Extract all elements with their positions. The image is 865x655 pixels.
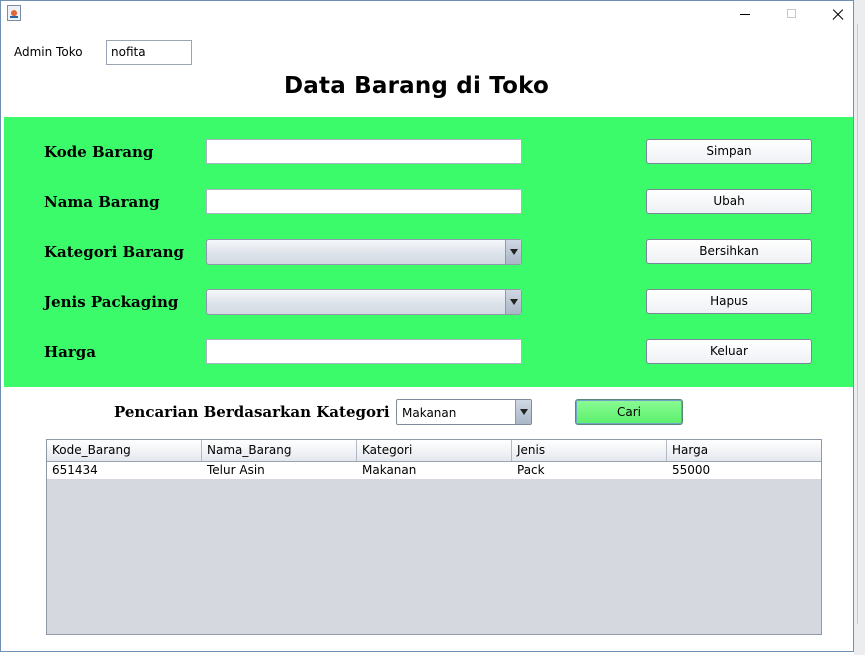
simpan-button[interactable]: Simpan <box>646 139 812 164</box>
cari-button[interactable]: Cari <box>575 399 683 425</box>
app-window: Admin Toko nofita Data Barang di Toko Ko… <box>0 0 854 652</box>
column-header-jenis[interactable]: Jenis <box>512 440 667 461</box>
chevron-down-icon[interactable] <box>505 240 521 264</box>
kode-barang-input[interactable] <box>206 139 522 164</box>
ubah-button[interactable]: Ubah <box>646 189 812 214</box>
background-window-edge <box>854 0 865 655</box>
table-cell: Pack <box>517 463 545 477</box>
jenis-packaging-combo[interactable] <box>206 289 522 315</box>
minimize-icon[interactable] <box>721 1 767 29</box>
title-bar <box>1 1 853 31</box>
table-row[interactable]: 651434 Telur Asin Makanan Pack 55000 <box>47 462 821 479</box>
table-cell: Telur Asin <box>207 463 265 477</box>
nama-barang-input[interactable] <box>206 189 522 214</box>
data-table[interactable]: Kode_Barang Nama_Barang Kategori Jenis H… <box>46 439 822 635</box>
table-cell: Makanan <box>362 463 417 477</box>
table-header: Kode_Barang Nama_Barang Kategori Jenis H… <box>47 440 821 462</box>
column-header-kategori[interactable]: Kategori <box>357 440 512 461</box>
page-title: Data Barang di Toko <box>284 73 549 99</box>
kategori-barang-combo[interactable] <box>206 239 522 265</box>
kategori-search-combo[interactable]: Makanan <box>396 399 532 425</box>
chevron-down-icon[interactable] <box>515 400 531 424</box>
chevron-down-icon[interactable] <box>505 290 521 314</box>
keluar-button[interactable]: Keluar <box>646 339 812 364</box>
jenis-packaging-label: Jenis Packaging <box>44 293 179 311</box>
column-header-nama-barang[interactable]: Nama_Barang <box>202 440 357 461</box>
nama-barang-label: Nama Barang <box>44 193 160 211</box>
kategori-barang-label: Kategori Barang <box>44 243 184 261</box>
column-header-kode-barang[interactable]: Kode_Barang <box>47 440 202 461</box>
java-icon <box>7 5 21 21</box>
maximize-icon[interactable] <box>768 1 814 29</box>
table-cell: 55000 <box>672 463 711 477</box>
table-cell: 651434 <box>52 463 98 477</box>
column-header-harga[interactable]: Harga <box>667 440 821 461</box>
search-label: Pencarian Berdasarkan Kategori <box>114 403 390 421</box>
harga-input[interactable] <box>206 339 522 364</box>
kategori-search-value: Makanan <box>402 406 457 420</box>
bersihkan-button[interactable]: Bersihkan <box>646 239 812 264</box>
admin-label: Admin Toko <box>14 45 83 59</box>
form-panel: Kode Barang Nama Barang Kategori Barang … <box>4 117 853 387</box>
hapus-button[interactable]: Hapus <box>646 289 812 314</box>
admin-field[interactable]: nofita <box>106 40 192 65</box>
kode-barang-label: Kode Barang <box>44 143 154 161</box>
harga-label: Harga <box>44 343 97 361</box>
